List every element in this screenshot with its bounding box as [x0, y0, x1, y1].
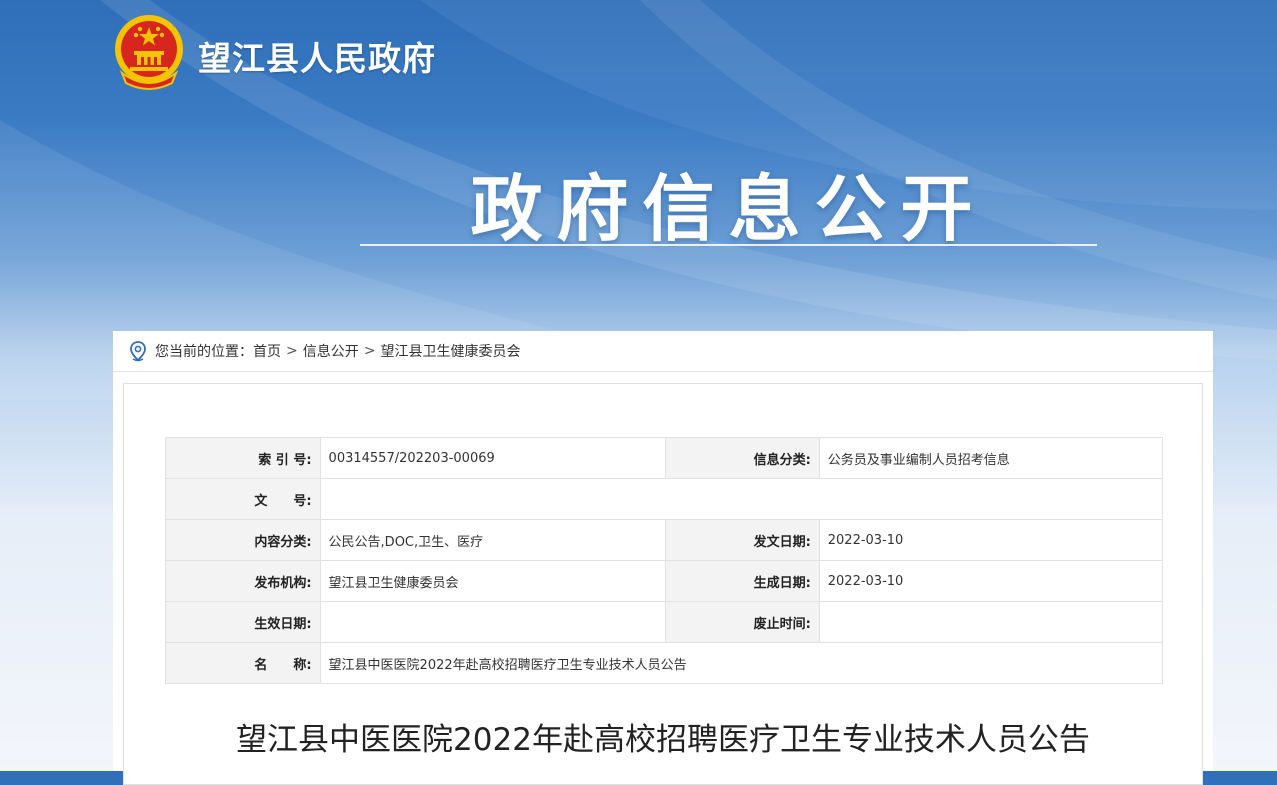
- breadcrumb-info-public-link[interactable]: 信息公开: [303, 341, 359, 361]
- value-name: 望江县中医医院2022年赴高校招聘医疗卫生专业技术人员公告: [319, 642, 1164, 684]
- value-issue-date: 2022-03-10: [818, 519, 1164, 561]
- table-row: 文 号:: [165, 478, 1164, 520]
- breadcrumb: 您当前的位置： 首页 > 信息公开 > 望江县卫生健康委员会: [113, 331, 1213, 372]
- label-issue-date: 发文日期:: [664, 519, 820, 561]
- label-info-category: 信息分类:: [664, 437, 820, 479]
- breadcrumb-department-link[interactable]: 望江县卫生健康委员会: [380, 341, 520, 361]
- table-row: 索 引 号: 00314557/202203-00069 信息分类: 公务员及事…: [165, 437, 1164, 479]
- value-doc-number: [319, 478, 1164, 520]
- label-index-number: 索 引 号:: [165, 437, 321, 479]
- breadcrumb-home-link[interactable]: 首页: [253, 341, 281, 361]
- table-row: 发布机构: 望江县卫生健康委员会 生成日期: 2022-03-10: [165, 560, 1164, 602]
- site-name[interactable]: 望江县人民政府: [198, 32, 436, 80]
- value-index-number: 00314557/202203-00069: [319, 437, 666, 479]
- table-row: 内容分类: 公民公告,DOC,卫生、医疗 发文日期: 2022-03-10: [165, 519, 1164, 561]
- label-doc-number: 文 号:: [165, 478, 321, 520]
- breadcrumb-prefix: 您当前的位置：: [155, 344, 253, 360]
- site-header: 望江县人民政府 政府信息公开: [0, 0, 1277, 330]
- table-row: 生效日期: 废止时间:: [165, 601, 1164, 643]
- location-pin-icon: [127, 340, 149, 362]
- table-row: 名 称: 望江县中医医院2022年赴高校招聘医疗卫生专业技术人员公告: [165, 642, 1164, 684]
- label-generated-date: 生成日期:: [664, 560, 820, 602]
- value-effective-date: [319, 601, 666, 643]
- label-publisher: 发布机构:: [165, 560, 321, 602]
- value-expiry-time: [818, 601, 1164, 643]
- metadata-table: 索 引 号: 00314557/202203-00069 信息分类: 公务员及事…: [165, 437, 1164, 684]
- label-content-category: 内容分类:: [165, 519, 321, 561]
- value-publisher: 望江县卫生健康委员会: [319, 560, 666, 602]
- value-content-category: 公民公告,DOC,卫生、医疗: [319, 519, 666, 561]
- national-emblem-icon[interactable]: [112, 13, 186, 91]
- content-panel: 您当前的位置： 首页 > 信息公开 > 望江县卫生健康委员会 索 引 号: 00…: [113, 331, 1213, 785]
- label-effective-date: 生效日期:: [165, 601, 321, 643]
- breadcrumb-separator: >: [363, 343, 376, 359]
- document-title: 望江县中医医院2022年赴高校招聘医疗卫生专业技术人员公告: [236, 722, 1090, 758]
- banner-divider: [360, 244, 1097, 246]
- value-generated-date: 2022-03-10: [818, 560, 1164, 602]
- banner-title: 政府信息公开: [470, 167, 987, 251]
- value-info-category: 公务员及事业编制人员招考信息: [818, 437, 1164, 479]
- article-container: 索 引 号: 00314557/202203-00069 信息分类: 公务员及事…: [123, 383, 1203, 785]
- label-name: 名 称:: [165, 642, 321, 684]
- breadcrumb-separator: >: [286, 343, 298, 359]
- label-expiry-time: 废止时间:: [664, 601, 820, 643]
